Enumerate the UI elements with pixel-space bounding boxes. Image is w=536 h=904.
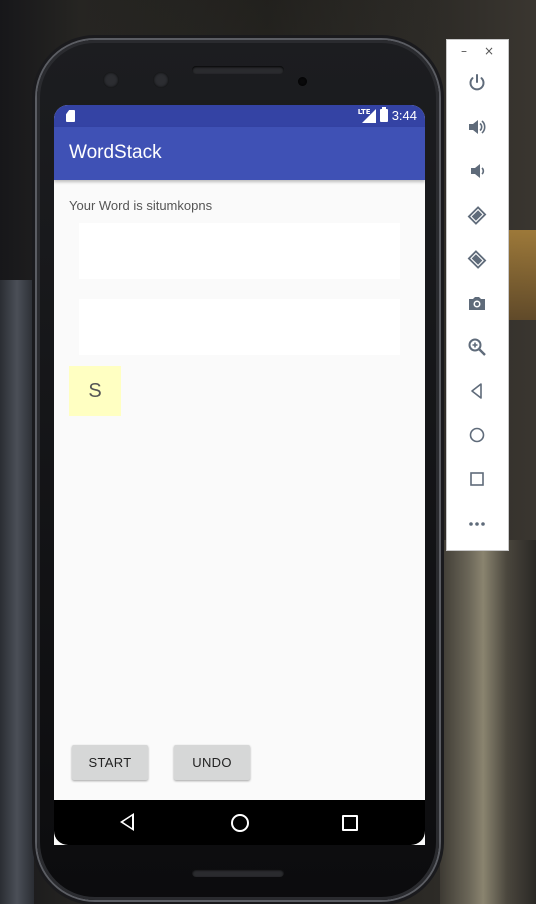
earpiece-speaker — [192, 66, 284, 74]
more-icon[interactable] — [466, 512, 488, 534]
front-sensor — [103, 72, 119, 88]
word-stack-area-2[interactable] — [79, 299, 400, 355]
power-icon[interactable] — [466, 72, 488, 94]
navigation-bar — [54, 800, 425, 845]
volume-down-icon[interactable] — [466, 160, 488, 182]
rotate-right-icon[interactable] — [466, 248, 488, 270]
start-button[interactable]: START — [72, 745, 148, 780]
lte-signal-icon: LTE — [358, 108, 376, 123]
undo-button[interactable]: UNDO — [174, 745, 250, 780]
nav-back-icon[interactable] — [120, 813, 134, 831]
status-clock: 3:44 — [391, 108, 417, 123]
nav-home-icon[interactable] — [231, 814, 249, 832]
bottom-speaker — [192, 869, 284, 877]
volume-up-icon[interactable] — [466, 116, 488, 138]
overview-icon[interactable] — [466, 468, 488, 490]
word-stack-area-1[interactable] — [79, 223, 400, 279]
background-light — [505, 230, 536, 320]
front-camera — [298, 77, 307, 86]
close-button[interactable]: × — [484, 44, 494, 58]
minimize-button[interactable]: – — [461, 44, 467, 58]
zoom-icon[interactable] — [466, 336, 488, 358]
front-sensor — [153, 72, 169, 88]
word-label: Your Word is situmkopns — [69, 198, 213, 213]
rotate-left-icon[interactable] — [466, 204, 488, 226]
status-bar: LTE 3:44 — [54, 105, 425, 127]
phone-screen: LTE 3:44 WordStack Your Word is situmkop… — [54, 105, 425, 845]
app-title: WordStack — [69, 142, 162, 163]
sd-card-icon — [66, 110, 75, 122]
emulator-toolbar: – × — [447, 40, 508, 550]
background-pillar — [0, 280, 34, 904]
battery-icon — [379, 107, 388, 122]
nav-recents-icon[interactable] — [342, 815, 358, 831]
camera-icon[interactable] — [466, 292, 488, 314]
home-icon[interactable] — [466, 424, 488, 446]
background-floor — [440, 540, 536, 904]
app-bar: WordStack — [54, 127, 425, 180]
letter-tile[interactable]: S — [69, 366, 121, 416]
phone-frame: LTE 3:44 WordStack Your Word is situmkop… — [37, 40, 439, 900]
back-icon[interactable] — [466, 380, 488, 402]
